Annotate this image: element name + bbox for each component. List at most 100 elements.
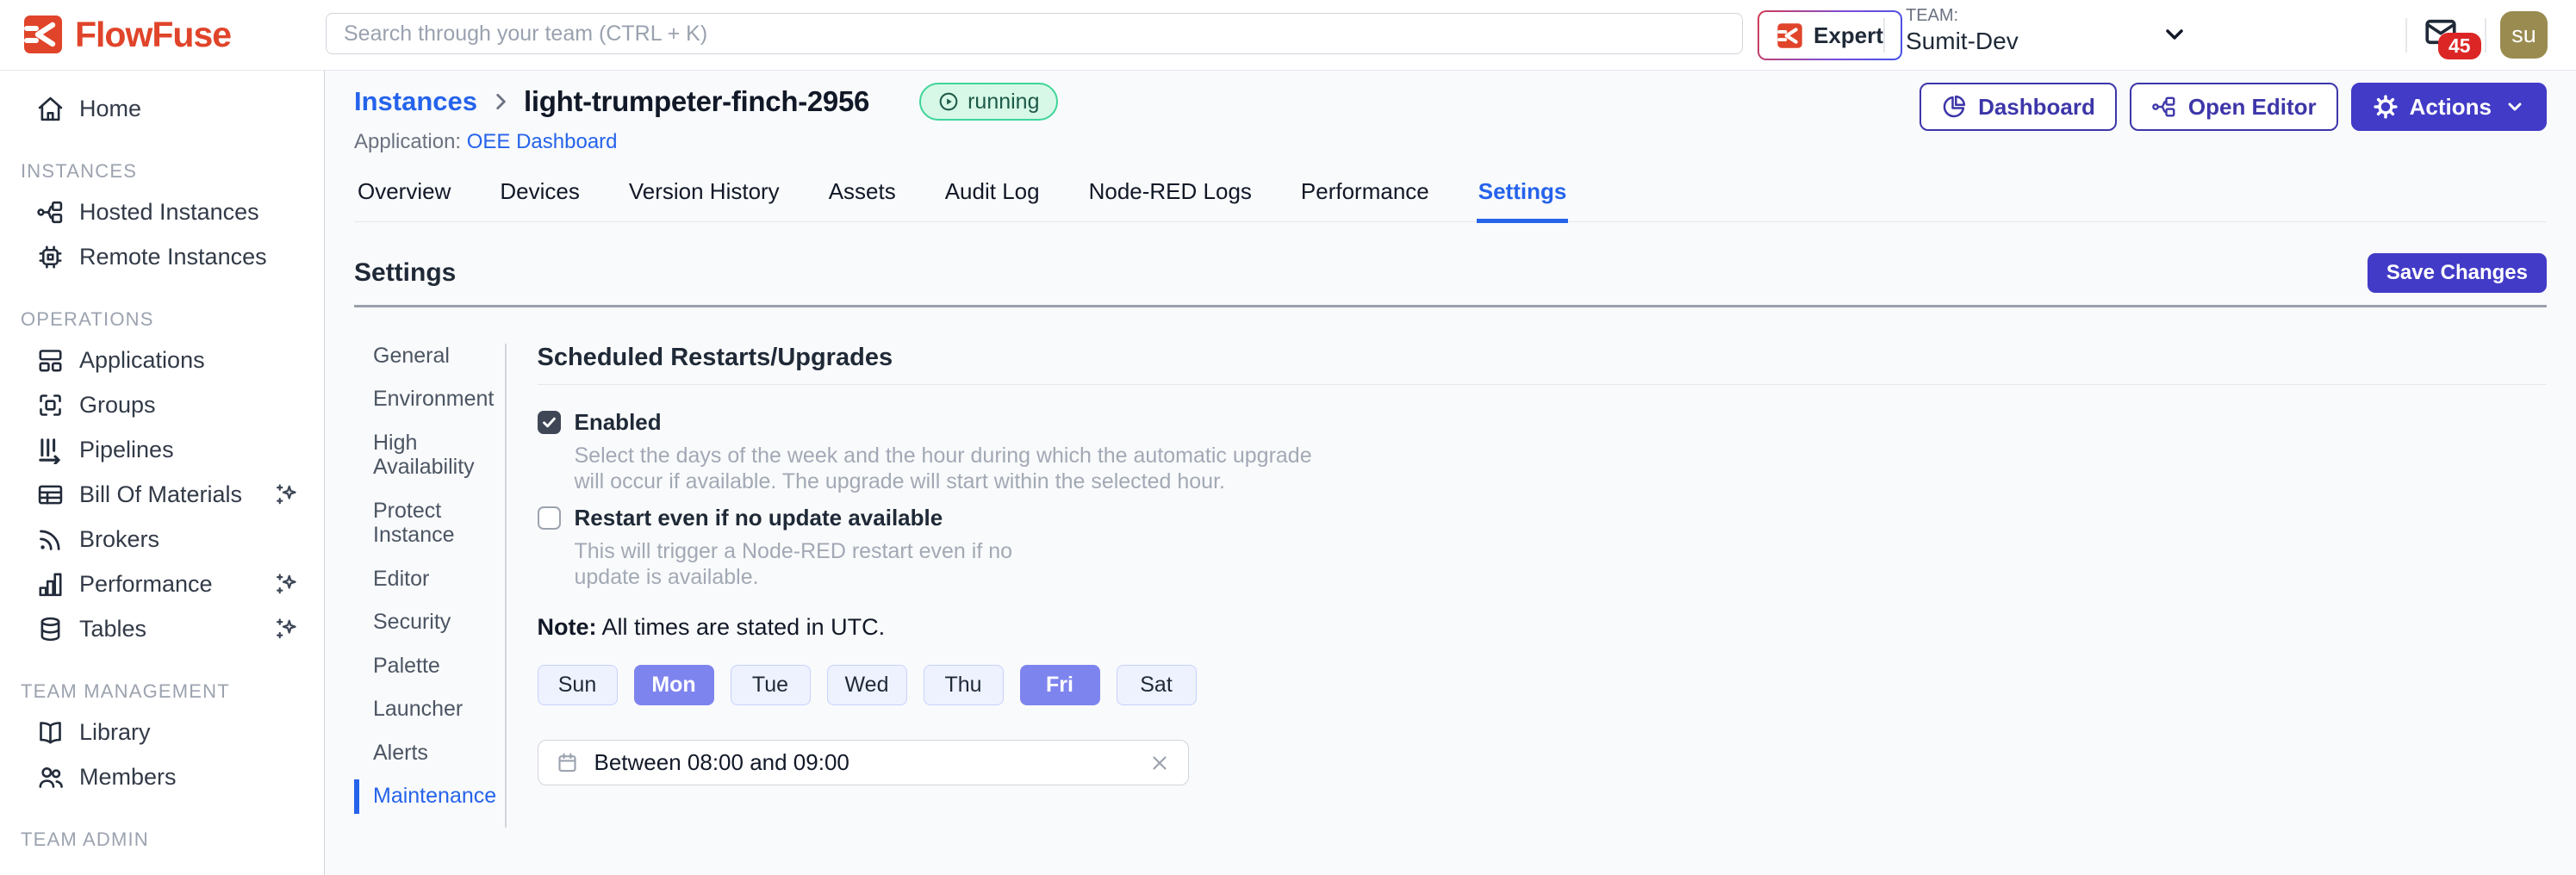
application-row: Application: OEE Dashboard bbox=[354, 130, 1058, 154]
restart-no-update-description: This will trigger a Node-RED restart eve… bbox=[575, 538, 2548, 590]
tab-assets[interactable]: Assets bbox=[827, 173, 898, 221]
ai-sparkles-icon bbox=[273, 616, 300, 642]
sidebar-item-remote-instances[interactable]: Remote Instances bbox=[0, 234, 324, 279]
expert-label: Expert bbox=[1814, 22, 1883, 49]
day-button-thu[interactable]: Thu bbox=[924, 665, 1004, 705]
settings-nav-protect-instance[interactable]: Protect Instance bbox=[373, 499, 502, 548]
time-window-value: Between 08:00 and 09:00 bbox=[594, 749, 849, 776]
tab-overview[interactable]: Overview bbox=[356, 173, 452, 221]
team-switcher[interactable]: TEAM: Sumit-Dev bbox=[1906, 6, 2019, 55]
open-editor-button[interactable]: Open Editor bbox=[2130, 83, 2338, 131]
avatar-initials: su bbox=[2511, 22, 2536, 48]
flowfuse-logo[interactable]: FlowFuse bbox=[22, 14, 231, 55]
performance-icon bbox=[36, 570, 65, 599]
sidebar-item-performance[interactable]: Performance bbox=[0, 562, 324, 606]
gear-icon bbox=[2373, 94, 2399, 120]
enabled-checkbox[interactable] bbox=[538, 411, 561, 434]
application-link[interactable]: OEE Dashboard bbox=[467, 130, 618, 153]
avatar[interactable]: su bbox=[2500, 11, 2548, 59]
breadcrumb: Instances light-trumpeter-finch-2956 run… bbox=[354, 83, 1058, 121]
settings-nav-high-availability[interactable]: High Availability bbox=[373, 431, 502, 480]
day-button-sat[interactable]: Sat bbox=[1117, 665, 1197, 705]
calendar-icon bbox=[556, 751, 579, 774]
restart-no-update-label[interactable]: Restart even if no update available bbox=[575, 505, 943, 531]
team-name: Sumit-Dev bbox=[1906, 28, 2019, 55]
hosted-instances-icon bbox=[36, 198, 65, 227]
day-button-mon[interactable]: Mon bbox=[634, 665, 714, 705]
settings-nav-maintenance[interactable]: Maintenance bbox=[373, 784, 502, 809]
sidebar-item-label: Groups bbox=[79, 392, 156, 419]
settings-nav-launcher[interactable]: Launcher bbox=[373, 697, 502, 722]
page-header: Instances light-trumpeter-finch-2956 run… bbox=[354, 83, 2547, 154]
breadcrumb-chevron-icon bbox=[489, 90, 512, 113]
status-text: running bbox=[968, 90, 1039, 115]
sidebar-item-bill-of-materials[interactable]: Bill Of Materials bbox=[0, 472, 324, 517]
topbar-divider bbox=[2405, 18, 2407, 53]
utc-note: Note: All times are stated in UTC. bbox=[538, 614, 2548, 641]
tab-settings[interactable]: Settings bbox=[1477, 173, 1569, 223]
day-button-sun[interactable]: Sun bbox=[538, 665, 618, 705]
sidebar-item-library[interactable]: Library bbox=[0, 710, 324, 754]
ai-sparkles-icon bbox=[273, 571, 300, 598]
sidebar: Home INSTANCES Hosted Instances bbox=[0, 71, 325, 875]
sidebar-item-label: Hosted Instances bbox=[79, 199, 259, 226]
settings-nav-palette[interactable]: Palette bbox=[373, 654, 502, 679]
sidebar-item-groups[interactable]: Groups bbox=[0, 382, 324, 427]
tab-audit-log[interactable]: Audit Log bbox=[943, 173, 1042, 221]
enabled-label[interactable]: Enabled bbox=[575, 409, 662, 436]
day-button-fri[interactable]: Fri bbox=[1020, 665, 1100, 705]
save-changes-button[interactable]: Save Changes bbox=[2368, 253, 2547, 293]
pipelines-icon bbox=[36, 436, 65, 464]
time-window-input[interactable]: Between 08:00 and 09:00 bbox=[538, 740, 1189, 785]
sidebar-item-label: Performance bbox=[79, 571, 213, 598]
actions-button[interactable]: Actions bbox=[2351, 83, 2547, 131]
settings-nav-environment[interactable]: Environment bbox=[373, 387, 502, 412]
search-input[interactable] bbox=[326, 13, 1743, 54]
tab-devices[interactable]: Devices bbox=[498, 173, 581, 221]
tables-icon bbox=[36, 615, 65, 643]
sidebar-item-pipelines[interactable]: Pipelines bbox=[0, 427, 324, 472]
breadcrumb-instances-link[interactable]: Instances bbox=[354, 86, 477, 117]
instance-tabs: Overview Devices Version History Assets … bbox=[354, 173, 2547, 222]
day-button-wed[interactable]: Wed bbox=[827, 665, 907, 705]
sidebar-item-tables[interactable]: Tables bbox=[0, 606, 324, 651]
settings-title: Settings bbox=[354, 258, 456, 288]
topbar-divider bbox=[2485, 18, 2486, 53]
settings-subnav: General Environment High Availability Pr… bbox=[354, 344, 505, 828]
enabled-description: Select the days of the week and the hour… bbox=[575, 443, 2548, 494]
notifications-button[interactable]: 45 bbox=[2423, 14, 2459, 50]
instance-name: light-trumpeter-finch-2956 bbox=[524, 85, 869, 118]
topbar-divider bbox=[1883, 18, 1885, 53]
expert-button[interactable]: Expert bbox=[1758, 10, 1902, 60]
sidebar-item-label: Members bbox=[79, 764, 177, 791]
check-icon bbox=[541, 414, 557, 431]
dashboard-button[interactable]: Dashboard bbox=[1920, 83, 2117, 131]
day-selector: Sun Mon Tue Wed Thu Fri Sat bbox=[538, 665, 2548, 705]
restart-no-update-checkbox[interactable] bbox=[538, 506, 561, 530]
settings-header: Settings Save Changes bbox=[354, 253, 2547, 293]
logo-text: FlowFuse bbox=[75, 15, 231, 55]
sidebar-item-label: Home bbox=[79, 96, 141, 122]
chevron-down-icon[interactable] bbox=[2161, 21, 2188, 48]
tab-node-red-logs[interactable]: Node-RED Logs bbox=[1087, 173, 1254, 221]
settings-nav-alerts[interactable]: Alerts bbox=[373, 741, 502, 766]
tab-performance[interactable]: Performance bbox=[1299, 173, 1431, 221]
main-content: Instances light-trumpeter-finch-2956 run… bbox=[325, 71, 2576, 875]
sidebar-item-brokers[interactable]: Brokers bbox=[0, 517, 324, 562]
maintenance-panel: Scheduled Restarts/Upgrades Enabled Sele… bbox=[507, 344, 2548, 828]
sidebar-item-label: Tables bbox=[79, 616, 146, 642]
settings-nav-editor[interactable]: Editor bbox=[373, 567, 502, 592]
remote-instances-icon bbox=[36, 243, 65, 271]
sidebar-item-hosted-instances[interactable]: Hosted Instances bbox=[0, 189, 324, 234]
home-icon bbox=[36, 95, 65, 123]
clear-time-icon[interactable] bbox=[1148, 752, 1171, 774]
sidebar-item-members[interactable]: Members bbox=[0, 754, 324, 799]
tab-version-history[interactable]: Version History bbox=[627, 173, 781, 221]
settings-nav-security[interactable]: Security bbox=[373, 610, 502, 635]
brokers-icon bbox=[36, 525, 65, 554]
sidebar-item-applications[interactable]: Applications bbox=[0, 338, 324, 382]
topbar: FlowFuse Expert TEAM: Sumit-Dev 45 bbox=[0, 0, 2576, 71]
settings-nav-general[interactable]: General bbox=[373, 344, 502, 369]
sidebar-item-home[interactable]: Home bbox=[0, 86, 324, 131]
day-button-tue[interactable]: Tue bbox=[731, 665, 811, 705]
